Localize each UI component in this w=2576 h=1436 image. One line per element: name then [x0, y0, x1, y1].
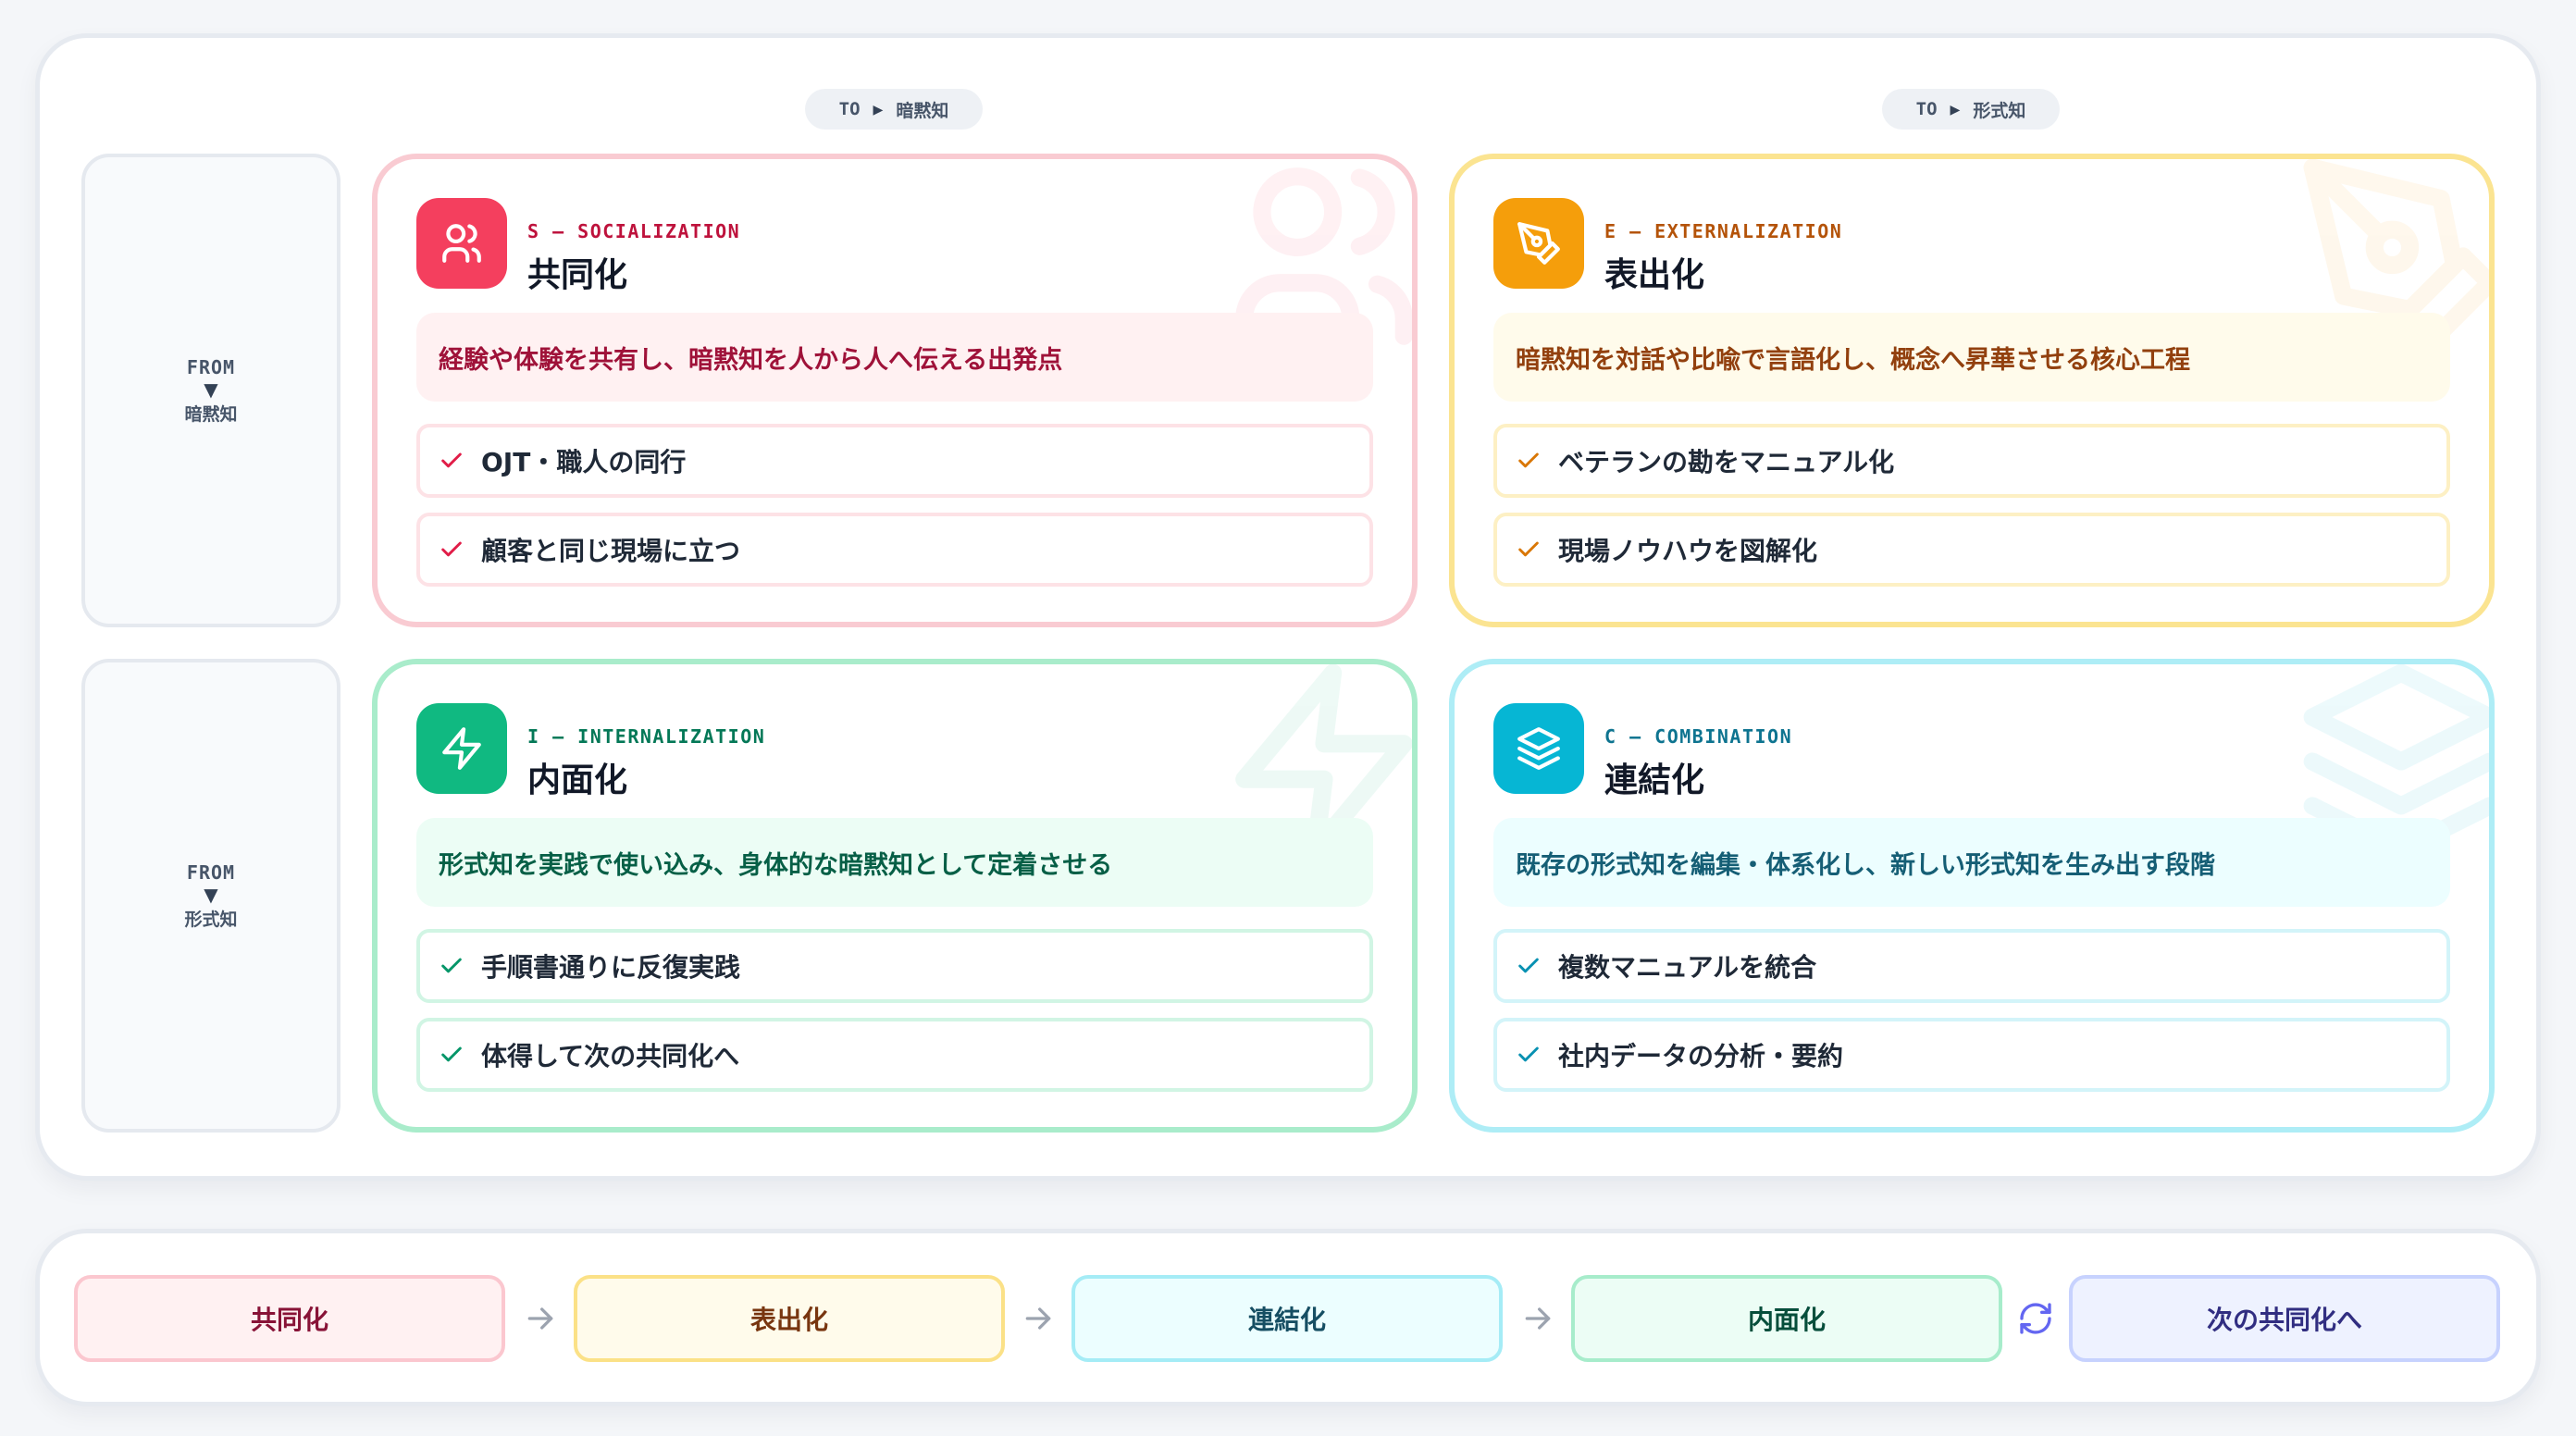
layers-icon [1517, 727, 1560, 770]
flow-step-socialization: 共同化 [74, 1275, 505, 1362]
pen-tool-icon-tile [1493, 198, 1584, 289]
check-icon [441, 1046, 462, 1062]
check-icon [441, 452, 462, 468]
flow-step-next-socialization: 次の共同化へ [2069, 1275, 2500, 1362]
check-icon [1518, 958, 1539, 973]
play-triangle-icon: ▶ [873, 99, 884, 119]
pen-tool-icon [1517, 222, 1560, 265]
arrow-right-icon [1025, 1307, 1051, 1330]
card-point: 体得して次の共同化へ [416, 1018, 1373, 1092]
card-title: 表出化 [1604, 256, 1705, 294]
card-code: E — EXTERNALIZATION [1604, 220, 1843, 242]
flow-step-internalization: 内面化 [1571, 1275, 2002, 1362]
row-header-tacit: FROM ▼ 暗黙知 [81, 154, 341, 627]
row-header-explicit: FROM ▼ 形式知 [81, 659, 341, 1133]
lightning-icon [442, 727, 481, 770]
card-summary: 暗黙知を対話や比喩で言語化し、概念へ昇華させる核心工程 [1493, 313, 2450, 402]
card-point: 手順書通りに反復実践 [416, 929, 1373, 1003]
card-title: 連結化 [1604, 761, 1705, 799]
card-summary: 形式知を実践で使い込み、身体的な暗黙知として定着させる [416, 818, 1373, 907]
layers-icon-tile [1493, 703, 1584, 794]
card-summary: 既存の形式知を編集・体系化し、新しい形式知を生み出す段階 [1493, 818, 2450, 907]
column-header-tacit: TO ▶ 暗黙知 [805, 89, 983, 130]
card-point: 現場ノウハウを図解化 [1493, 513, 2450, 587]
arrow-down-icon: ▼ [204, 378, 218, 401]
flow-step-externalization: 表出化 [574, 1275, 1005, 1362]
card-point: 社内データの分析・要約 [1493, 1018, 2450, 1092]
arrow-right-icon [1525, 1307, 1551, 1330]
check-icon [1518, 452, 1539, 468]
card-socialization: S — SOCIALIZATION 共同化 経験や体験を共有し、暗黙知を人から人… [372, 154, 1418, 627]
card-title: 共同化 [527, 256, 628, 294]
lightning-icon-tile [416, 703, 507, 794]
card-externalization: E — EXTERNALIZATION 表出化 暗黙知を対話や比喩で言語化し、概… [1449, 154, 2495, 627]
card-internalization: I — INTERNALIZATION 内面化 形式知を実践で使い込み、身体的な… [372, 659, 1418, 1133]
arrow-right-icon [527, 1307, 553, 1330]
check-icon [1518, 541, 1539, 557]
check-icon [1518, 1046, 1539, 1062]
arrow-down-icon: ▼ [204, 883, 218, 906]
card-title: 内面化 [527, 761, 628, 799]
users-icon-tile [416, 198, 507, 289]
play-triangle-icon: ▶ [1950, 99, 1961, 119]
check-icon [441, 958, 462, 973]
card-point: OJT・職人の同行 [416, 424, 1373, 498]
card-point: ベテランの勘をマニュアル化 [1493, 424, 2450, 498]
card-code: I — INTERNALIZATION [527, 725, 766, 748]
card-code: S — SOCIALIZATION [527, 220, 741, 242]
column-header-explicit: TO ▶ 形式知 [1882, 89, 2060, 130]
card-code: C — COMBINATION [1604, 725, 1793, 748]
refresh-cycle-icon [2020, 1303, 2051, 1334]
card-summary: 経験や体験を共有し、暗黙知を人から人へ伝える出発点 [416, 313, 1373, 402]
users-icon [442, 224, 481, 263]
card-point: 顧客と同じ現場に立つ [416, 513, 1373, 587]
flow-step-combination: 連結化 [1071, 1275, 1503, 1362]
check-icon [441, 541, 462, 557]
card-combination: C — COMBINATION 連結化 既存の形式知を編集・体系化し、新しい形式… [1449, 659, 2495, 1133]
card-point: 複数マニュアルを統合 [1493, 929, 2450, 1003]
